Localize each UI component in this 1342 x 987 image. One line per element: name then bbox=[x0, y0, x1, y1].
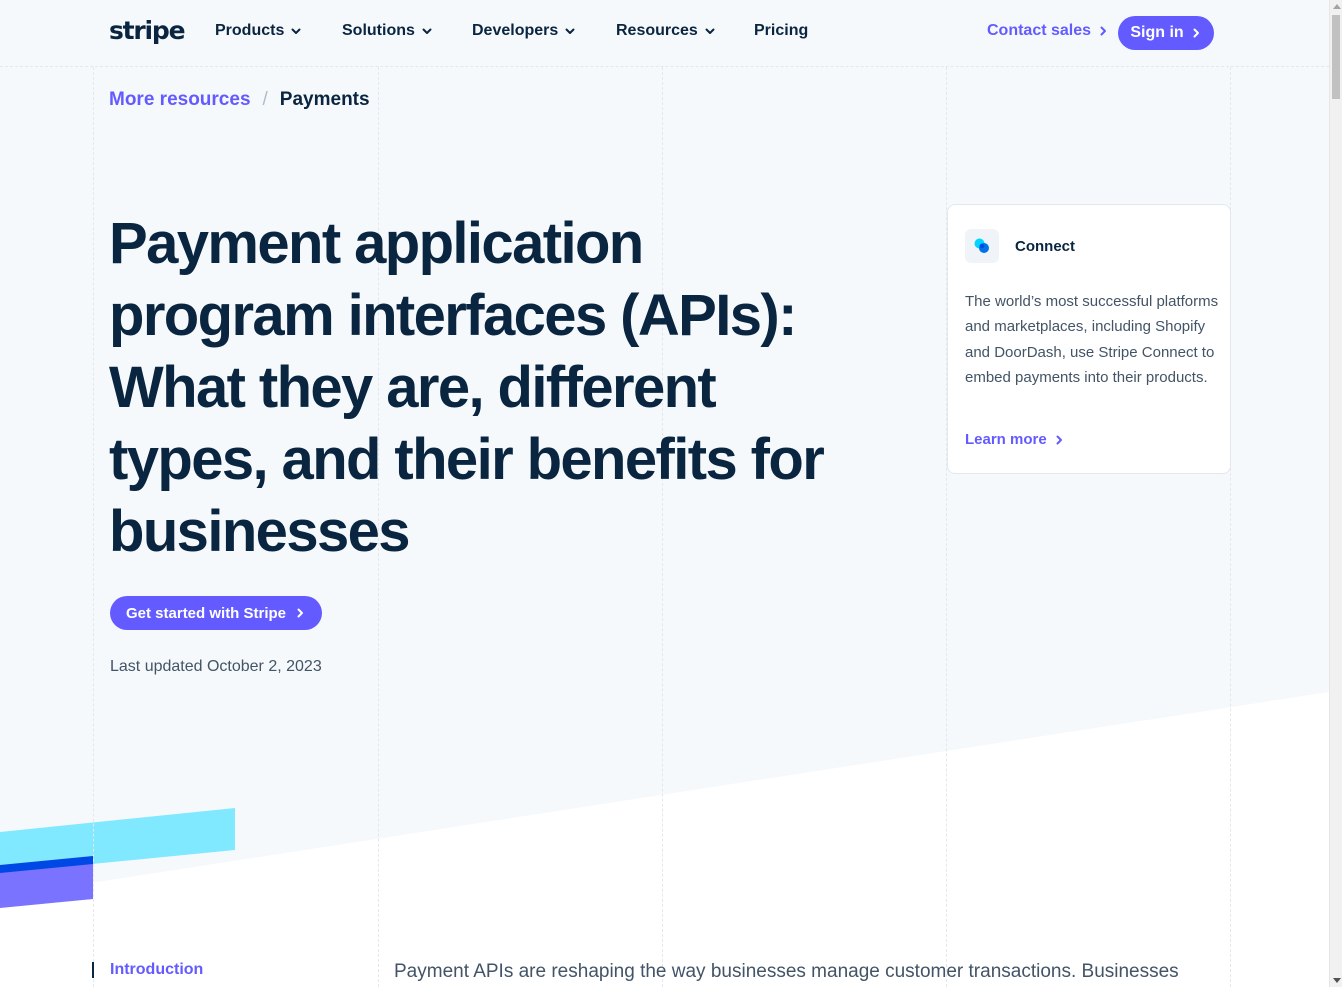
connect-icon bbox=[965, 229, 999, 263]
learn-more-link[interactable]: Learn more bbox=[965, 431, 1065, 448]
card-title: Connect bbox=[1015, 238, 1075, 255]
intro-paragraph: Payment APIs are reshaping the way busin… bbox=[394, 961, 1179, 982]
stripe-logo[interactable]: stripe bbox=[109, 16, 186, 45]
connect-card: Connect The world’s most successful plat… bbox=[947, 204, 1231, 474]
chevron-down-icon bbox=[291, 28, 301, 34]
contact-sales-label: Contact sales bbox=[987, 22, 1092, 39]
sign-in-button[interactable]: Sign in bbox=[1118, 16, 1214, 50]
sign-in-label: Sign in bbox=[1130, 24, 1184, 41]
page: stripe Products Solutions Developers Res… bbox=[0, 0, 1329, 987]
nav-item-resources[interactable]: Resources bbox=[616, 22, 716, 40]
nav-item-developers[interactable]: Developers bbox=[472, 22, 576, 40]
guide-line bbox=[93, 67, 94, 987]
scroll-down-arrow-icon[interactable] bbox=[1333, 978, 1341, 983]
page-title: Payment application program interfaces (… bbox=[109, 211, 825, 564]
chevron-down-icon bbox=[565, 28, 575, 34]
nav-item-products[interactable]: Products bbox=[215, 22, 302, 40]
chevron-right-icon bbox=[1193, 28, 1199, 38]
breadcrumb-more-resources[interactable]: More resources bbox=[109, 89, 251, 111]
chevron-right-icon bbox=[1100, 26, 1107, 36]
learn-more-label: Learn more bbox=[965, 431, 1047, 448]
chevron-down-icon bbox=[705, 28, 715, 34]
last-updated: Last updated October 2, 2023 bbox=[110, 658, 322, 675]
contact-sales-link[interactable]: Contact sales bbox=[987, 22, 1109, 40]
scroll-up-arrow-icon[interactable] bbox=[1333, 4, 1341, 9]
nav-item-label: Pricing bbox=[754, 22, 809, 39]
toc-active-indicator bbox=[92, 962, 94, 978]
chevron-right-icon bbox=[1056, 435, 1062, 444]
scroll-thumb[interactable] bbox=[1332, 15, 1340, 99]
card-body: The world’s most successful platforms an… bbox=[965, 293, 1219, 386]
guide-line bbox=[946, 67, 947, 987]
get-started-button[interactable]: Get started with Stripe bbox=[110, 596, 323, 630]
breadcrumb-current: Payments bbox=[279, 89, 370, 110]
nav-item-pricing[interactable]: Pricing bbox=[754, 22, 808, 40]
breadcrumb-separator: / bbox=[262, 89, 268, 110]
breadcrumb: More resources / Payments bbox=[109, 89, 370, 111]
vertical-scrollbar[interactable] bbox=[1329, 0, 1342, 987]
chevron-right-icon bbox=[297, 608, 304, 618]
toc-item-introduction[interactable]: Introduction bbox=[110, 961, 203, 979]
nav-item-label: Solutions bbox=[342, 22, 415, 39]
chevron-down-icon bbox=[422, 28, 432, 34]
top-nav: stripe Products Solutions Developers Res… bbox=[0, 0, 1329, 67]
guide-line bbox=[1230, 67, 1231, 987]
nav-item-label: Products bbox=[215, 22, 285, 39]
get-started-label: Get started with Stripe bbox=[126, 604, 287, 622]
nav-item-label: Resources bbox=[616, 22, 698, 39]
nav-item-solutions[interactable]: Solutions bbox=[342, 22, 433, 40]
nav-item-label: Developers bbox=[472, 22, 559, 39]
